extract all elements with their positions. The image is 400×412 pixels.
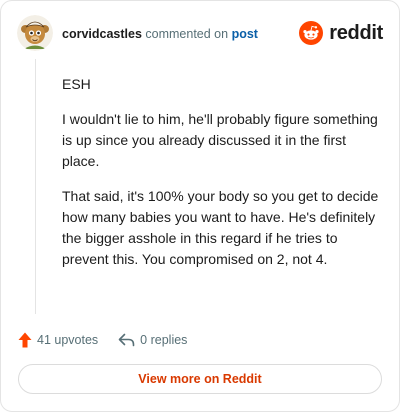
comment-paragraph: ESH: [62, 76, 91, 92]
byline: corvidcastles commented on post: [62, 27, 258, 41]
comment-footer: 41 upvotes 0 replies: [18, 331, 187, 349]
byline-action-text: commented on: [145, 27, 229, 41]
comment-paragraph: I wouldn't lie to him, he'll probably fi…: [62, 111, 378, 169]
thread-line: [35, 59, 36, 314]
upvote-count: 41 upvotes: [37, 333, 99, 347]
avatar[interactable]: [17, 15, 53, 51]
embedded-comment-card: corvidcastles commented on post reddit E…: [0, 0, 400, 412]
upvote-stat[interactable]: 41 upvotes: [18, 332, 98, 348]
upvote-arrow-icon[interactable]: [18, 332, 32, 348]
view-more-button[interactable]: View more on Reddit: [18, 364, 382, 394]
post-link[interactable]: post: [232, 27, 258, 41]
reply-count: 0 replies: [140, 333, 188, 347]
reply-icon[interactable]: [118, 333, 135, 347]
comment-body: ESH I wouldn't lie to him, he'll probabl…: [62, 74, 380, 284]
brand-wordmark: reddit: [329, 21, 383, 44]
comment-header: corvidcastles commented on post reddit: [17, 15, 383, 51]
reddit-snoo-icon: [299, 21, 324, 45]
mascot-avatar-icon: [17, 15, 53, 51]
reddit-logo[interactable]: reddit: [299, 20, 383, 46]
reply-stat[interactable]: 0 replies: [118, 333, 187, 347]
username-link[interactable]: corvidcastles: [62, 27, 142, 41]
comment-paragraph: That said, it's 100% your body so you ge…: [62, 188, 379, 267]
